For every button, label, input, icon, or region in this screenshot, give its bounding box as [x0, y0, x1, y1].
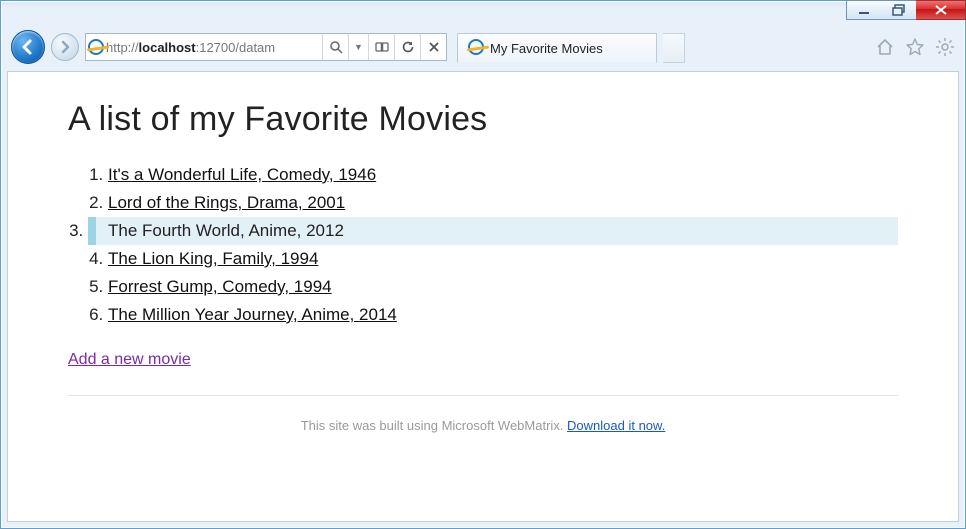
url-text: http://localhost:12700/datam	[106, 40, 322, 55]
movie-label: The Fourth World, Anime, 2012	[108, 221, 344, 240]
new-tab-button[interactable]	[663, 33, 685, 63]
footer-download-link[interactable]: Download it now.	[567, 418, 665, 433]
address-bar[interactable]: http://localhost:12700/datam ▼	[85, 33, 447, 61]
content-viewport: A list of my Favorite Movies It's a Wond…	[7, 71, 959, 522]
movie-list-item: It's a Wonderful Life, Comedy, 1946	[108, 161, 898, 189]
movie-list-item: The Fourth World, Anime, 2012	[88, 217, 898, 245]
gear-icon[interactable]	[933, 35, 957, 59]
tab-title: My Favorite Movies	[490, 41, 603, 56]
search-icon[interactable]	[322, 34, 348, 60]
close-button[interactable]	[916, 0, 966, 20]
titlebar	[1, 1, 965, 29]
movie-list-item: Lord of the Rings, Drama, 2001	[108, 189, 898, 217]
movie-link[interactable]: It's a Wonderful Life, Comedy, 1946	[108, 165, 376, 184]
ie-icon	[86, 39, 106, 55]
ie-icon	[468, 39, 484, 58]
footer-text: This site was built using Microsoft WebM…	[301, 418, 567, 433]
favorites-icon[interactable]	[903, 35, 927, 59]
movie-link[interactable]: Forrest Gump, Comedy, 1994	[108, 277, 332, 296]
movie-list: It's a Wonderful Life, Comedy, 1946 Lord …	[68, 161, 898, 329]
page-title: A list of my Favorite Movies	[68, 100, 898, 139]
movie-list-item: The Lion King, Family, 1994	[108, 245, 898, 273]
chevron-down-icon[interactable]: ▼	[348, 34, 368, 60]
browser-window: http://localhost:12700/datam ▼ My Favori…	[0, 0, 966, 529]
divider	[68, 395, 898, 396]
compat-view-icon[interactable]	[368, 34, 394, 60]
stop-icon[interactable]	[420, 34, 446, 60]
home-icon[interactable]	[873, 35, 897, 59]
add-movie-link[interactable]: Add a new movie	[68, 351, 191, 369]
movie-link[interactable]: The Million Year Journey, Anime, 2014	[108, 305, 397, 324]
page-body: A list of my Favorite Movies It's a Wond…	[8, 72, 958, 459]
back-button[interactable]	[11, 30, 45, 64]
nav-bar: http://localhost:12700/datam ▼ My Favori…	[1, 29, 965, 65]
refresh-icon[interactable]	[394, 34, 420, 60]
browser-tab[interactable]: My Favorite Movies	[457, 33, 657, 63]
movie-list-item: The Million Year Journey, Anime, 2014	[108, 301, 898, 329]
minimize-button[interactable]	[846, 0, 882, 20]
footer: This site was built using Microsoft WebM…	[68, 404, 898, 439]
movie-link[interactable]: Lord of the Rings, Drama, 2001	[108, 193, 345, 212]
maximize-button[interactable]	[881, 0, 917, 20]
movie-link[interactable]: The Lion King, Family, 1994	[108, 249, 318, 268]
movie-list-item: Forrest Gump, Comedy, 1994	[108, 273, 898, 301]
forward-button[interactable]	[51, 33, 79, 61]
